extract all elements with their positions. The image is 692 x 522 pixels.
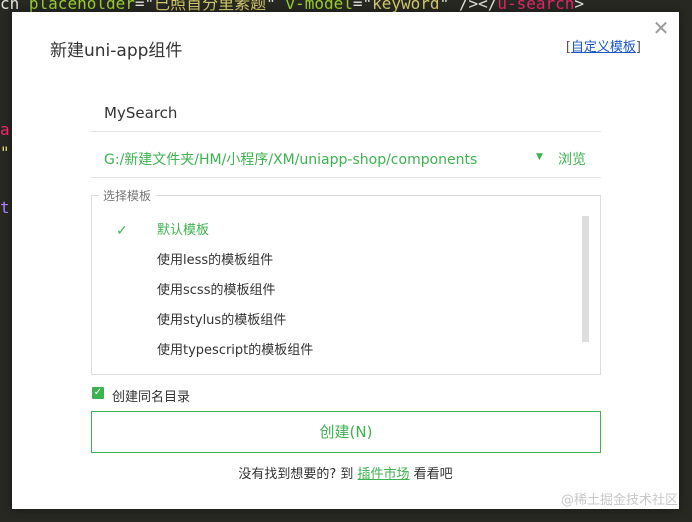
editor-code-glyph: a [0,120,10,139]
template-item-label: 使用typescript的模板组件 [157,343,314,358]
editor-code-glyph: " [0,143,10,162]
browse-button[interactable]: 浏览 [558,149,586,169]
component-name-input[interactable]: MySearch [91,96,601,132]
watermark: @稀土掘金技术社区 [560,493,678,508]
create-button[interactable]: 创建(N) [91,411,601,453]
template-item-scss[interactable]: 使用scss的模板组件 [92,276,582,306]
footer-prefix: 没有找到想要的? 到 [238,467,354,482]
component-path-select[interactable]: G:/新建文件夹/HM/小程序/XM/uniapp-shop/component… [91,142,601,178]
template-list: ✓ 默认模板 使用less的模板组件 使用scss的模板组件 使用stylus的… [92,216,582,366]
template-item-less[interactable]: 使用less的模板组件 [92,246,582,276]
plugin-market-link[interactable]: 插件市场 [358,467,410,482]
template-item-label: 使用less的模板组件 [157,253,274,268]
close-icon[interactable]: ✕ [651,18,671,38]
new-component-dialog: ✕ 新建uni-app组件 [自定义模板] MySearch G:/新建文件夹/… [12,12,679,509]
template-item-label: 默认模板 [157,223,210,238]
dialog-title: 新建uni-app组件 [50,41,183,61]
component-path-value: G:/新建文件夹/HM/小程序/XM/uniapp-shop/component… [104,152,478,168]
footer-suffix: 看看吧 [413,467,453,482]
dialog-footer: 没有找到想要的? 到 插件市场 看看吧 [12,463,679,482]
create-same-dir-label: 创建同名目录 [112,390,191,405]
template-item-label: 使用scss的模板组件 [157,283,276,298]
template-list-scrollbar[interactable] [582,216,589,342]
editor-code-line: ch placeholder="已照首分里素题" v-model="keywor… [0,0,585,12]
chevron-down-icon[interactable]: ▼ [536,152,543,162]
template-group-legend: 选择模板 [99,187,156,204]
editor-code-glyph: t [0,198,10,217]
template-item-typescript[interactable]: 使用typescript的模板组件 [92,336,582,366]
custom-template-label[interactable]: 自定义模板 [571,40,636,55]
check-icon: ✓ [116,223,128,239]
checkbox-checked-icon[interactable]: ✓ [92,387,104,399]
template-item-stylus[interactable]: 使用stylus的模板组件 [92,306,582,336]
template-item-label: 使用stylus的模板组件 [157,313,287,328]
custom-template-link[interactable]: [自定义模板] [566,36,641,55]
component-name-value: MySearch [104,104,178,122]
template-group: 选择模板 ✓ 默认模板 使用less的模板组件 使用scss的模板组件 使用st… [91,187,601,375]
template-item-default[interactable]: ✓ 默认模板 [92,216,582,246]
